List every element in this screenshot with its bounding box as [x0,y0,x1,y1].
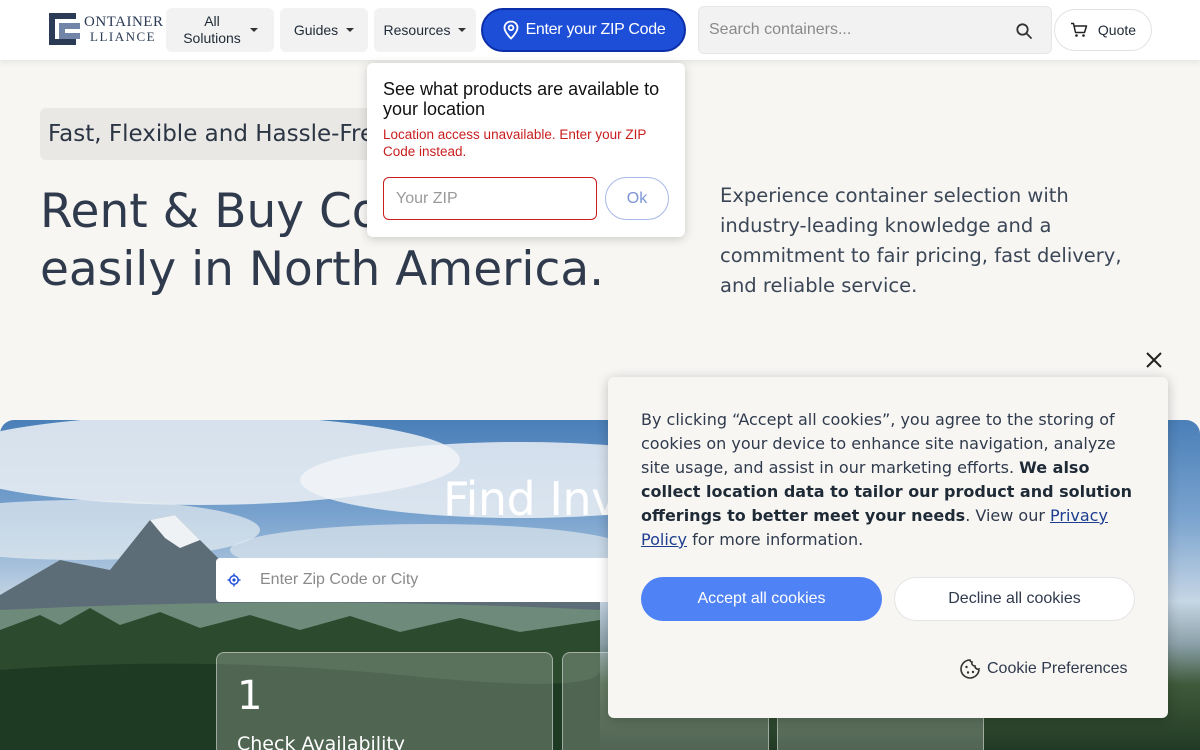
caret-down-icon [250,28,258,32]
cookie-banner: By clicking “Accept all cookies”, you ag… [608,377,1168,718]
zip-popover-error: Location access unavailable. Enter your … [383,127,647,159]
caret-down-icon [346,28,355,32]
decline-cookies-button[interactable]: Decline all cookies [894,577,1135,621]
nav-all-solutions-label: All Solutions [183,13,241,46]
cookie-icon [960,659,980,679]
zip-popover-title: See what products are available to your … [383,79,660,119]
banner-title: Find Inv [443,472,618,526]
search-box [698,6,1052,54]
map-pin-icon [503,20,518,40]
nav-guides-label: Guides [293,22,339,38]
zip-ok-button[interactable]: Ok [605,177,669,220]
logo-text-line2: LLIANCE [90,29,157,44]
logo-mark-icon [49,13,80,45]
quote-label: Quote [1097,22,1137,38]
site-logo[interactable]: ONTAINER LLIANCE [46,10,168,50]
close-icon[interactable] [1142,348,1166,372]
search-icon[interactable] [1015,22,1033,40]
nav-guides[interactable]: Guides [280,8,368,52]
enter-zip-label: Enter your ZIP Code [525,21,666,38]
step-number: 1 [237,673,263,719]
hero-tagline: Fast, Flexible and Hassle-Free [40,108,380,160]
hero-subtext: Experience container selection with indu… [720,184,1122,297]
cookie-text-part3: for more information. [687,530,864,549]
cookie-preferences-button[interactable]: Cookie Preferences [959,657,1128,681]
caret-down-icon [458,28,467,32]
nav-resources[interactable]: Resources [374,8,476,52]
enter-zip-button[interactable]: Enter your ZIP Code [481,8,686,52]
cookie-text: By clicking “Accept all cookies”, you ag… [641,408,1141,552]
nav-all-solutions[interactable]: All Solutions [166,8,274,52]
cookie-text-part2: . View our [965,506,1051,525]
accept-cookies-button[interactable]: Accept all cookies [641,577,882,621]
step-title: Check Availability [237,733,406,750]
site-header: ONTAINER LLIANCE All Solutions Guides Re… [0,0,1200,60]
locate-icon[interactable] [227,573,241,587]
hero-headline-line2: easily in North America. [40,242,605,297]
step-card: 1 Check Availability [216,652,553,750]
cookie-preferences-label: Cookie Preferences [987,660,1128,677]
nav-resources-label: Resources [383,22,451,38]
zip-input[interactable] [383,177,597,220]
cart-icon [1070,22,1088,37]
quote-button[interactable]: Quote [1054,9,1152,51]
search-input[interactable] [709,13,1009,47]
zip-popover: See what products are available to your … [367,63,685,237]
